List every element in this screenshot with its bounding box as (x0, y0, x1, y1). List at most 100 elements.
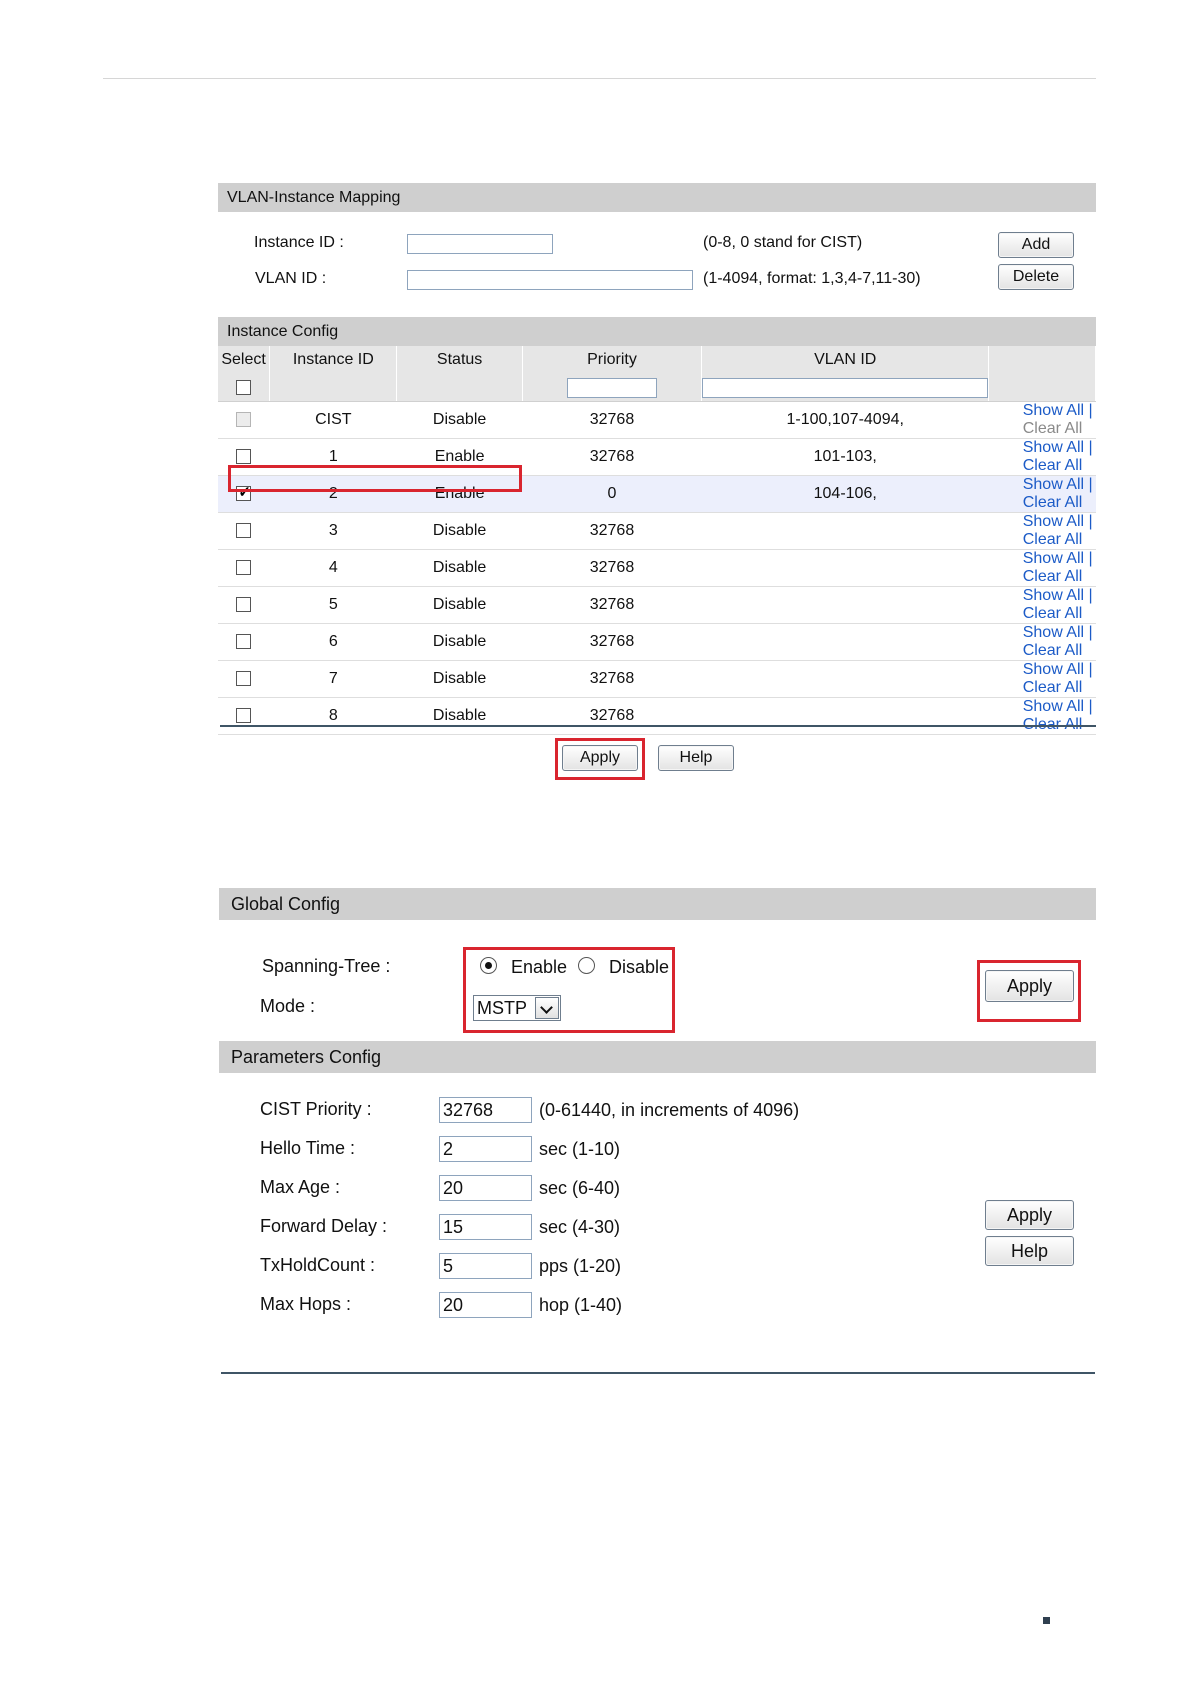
instance-apply-button[interactable]: Apply (562, 745, 638, 771)
row-select-checkbox[interactable] (236, 523, 252, 539)
row-actions-cell: Show All | Clear All (988, 401, 1096, 439)
spanning-tree-label: Spanning-Tree : (262, 956, 391, 976)
row-actions-cell: Show All | Clear All (988, 623, 1096, 661)
clear-all-link[interactable]: Clear All (1023, 679, 1083, 696)
instance-help-button[interactable]: Help (658, 745, 734, 771)
row-select-checkbox[interactable] (236, 671, 252, 687)
priority-cell: 32768 (522, 512, 702, 550)
param-label: Forward Delay : (260, 1216, 388, 1236)
show-all-link[interactable]: Show All (1023, 550, 1084, 567)
row-select-checkbox[interactable] (236, 560, 252, 576)
instance-id-cell: 2 (269, 475, 397, 513)
global-apply-button[interactable]: Apply (985, 970, 1074, 1002)
add-button[interactable]: Add (998, 232, 1074, 258)
show-all-link[interactable]: Show All (1023, 698, 1084, 715)
vlan-id-cell (701, 623, 989, 661)
stp-config-panel: Global Config Spanning-Tree : Enable Dis… (219, 888, 1096, 1376)
status-cell: Disable (396, 660, 523, 698)
column-header-vlan-id: VLAN ID (701, 346, 990, 374)
link-separator: | (1088, 513, 1093, 530)
row-actions-cell: Show All | Clear All (988, 549, 1096, 587)
vlan-id-filter-input[interactable] (702, 377, 989, 398)
row-select-checkbox[interactable] (236, 483, 252, 502)
parameters-apply-button[interactable]: Apply (985, 1200, 1074, 1230)
show-all-link[interactable]: Show All (1023, 402, 1084, 419)
vlan-id-cell: 104-106, (701, 475, 989, 513)
clear-all-link[interactable]: Clear All (1023, 457, 1083, 474)
status-cell: Disable (396, 549, 523, 587)
status-cell: Enable (396, 475, 523, 513)
param-input[interactable]: 2 (439, 1136, 532, 1162)
priority-cell: 32768 (522, 697, 702, 735)
column-header-status: Status (396, 346, 523, 374)
instance-id-cell: CIST (269, 401, 397, 439)
instance-id-label: Instance ID : (254, 234, 344, 251)
disable-label: Disable (609, 957, 670, 977)
instance-id-input[interactable] (407, 234, 553, 254)
row-select-checkbox (236, 412, 252, 428)
clear-all-link[interactable]: Clear All (1023, 494, 1083, 511)
table-filter-row (218, 374, 1096, 402)
status-cell: Disable (396, 623, 523, 661)
mode-select[interactable]: MSTP (473, 995, 561, 1021)
global-config-header: Global Config (219, 888, 1096, 920)
link-separator: | (1088, 698, 1093, 715)
param-label: Hello Time : (260, 1138, 356, 1158)
spanning-tree-disable-radio[interactable] (578, 957, 595, 974)
row-select-checkbox[interactable] (236, 634, 252, 650)
param-label: Max Hops : (260, 1294, 352, 1314)
instance-id-cell: 8 (269, 697, 397, 735)
clear-all-link[interactable]: Clear All (1023, 531, 1083, 548)
priority-cell: 32768 (522, 401, 702, 439)
instance-id-cell: 1 (269, 438, 397, 476)
param-hint: sec (1-10) (539, 1139, 621, 1159)
priority-cell: 32768 (522, 438, 702, 476)
vlan-instance-mapping-header: VLAN-Instance Mapping (218, 183, 1096, 212)
show-all-link[interactable]: Show All (1023, 661, 1084, 678)
clear-all-link[interactable]: Clear All (1023, 642, 1083, 659)
param-label: CIST Priority : (260, 1099, 372, 1119)
global-config-form: Spanning-Tree : Enable Disable Mode : MS… (219, 920, 1096, 1041)
bottom-divider (221, 1372, 1095, 1374)
clear-all-link[interactable]: Clear All (1023, 605, 1083, 622)
param-input[interactable]: 15 (439, 1214, 532, 1240)
row-select-checkbox[interactable] (236, 597, 252, 613)
param-input[interactable]: 20 (439, 1292, 532, 1318)
row-actions-cell: Show All | Clear All (988, 512, 1096, 550)
page-corner-marker (1043, 1617, 1050, 1624)
param-hint: sec (4-30) (539, 1217, 621, 1237)
row-actions-cell: Show All | Clear All (988, 438, 1096, 476)
param-hint: sec (6-40) (539, 1178, 621, 1198)
param-label: TxHoldCount : (260, 1255, 376, 1275)
delete-button[interactable]: Delete (998, 264, 1074, 290)
row-select-checkbox[interactable] (236, 449, 252, 465)
vlan-id-input[interactable] (407, 270, 693, 290)
param-input[interactable]: 5 (439, 1253, 532, 1279)
vlan-id-cell (701, 660, 989, 698)
instance-id-cell: 5 (269, 586, 397, 624)
show-all-link[interactable]: Show All (1023, 624, 1084, 641)
show-all-link[interactable]: Show All (1023, 476, 1084, 493)
instance-config-table: Select Instance ID Status Priority VLAN … (218, 346, 1096, 735)
parameters-help-button[interactable]: Help (985, 1236, 1074, 1266)
row-select-checkbox[interactable] (236, 708, 252, 724)
chevron-down-icon[interactable] (535, 997, 559, 1019)
link-separator: | (1088, 661, 1093, 678)
show-all-link[interactable]: Show All (1023, 439, 1084, 456)
param-input[interactable]: 32768 (439, 1097, 532, 1123)
parameters-config-header: Parameters Config (219, 1041, 1096, 1073)
param-hint: hop (1-40) (539, 1295, 623, 1315)
column-header-actions (988, 346, 1096, 374)
status-cell: Disable (396, 697, 523, 735)
select-all-checkbox[interactable] (236, 379, 252, 395)
show-all-link[interactable]: Show All (1023, 587, 1084, 604)
show-all-link[interactable]: Show All (1023, 513, 1084, 530)
table-row: 7 Disable 32768 Show All | Clear All (218, 660, 1096, 698)
table-row: CIST Disable 32768 1-100,107-4094, Show All … (218, 401, 1096, 439)
spanning-tree-enable-radio[interactable] (480, 957, 497, 974)
clear-all-link[interactable]: Clear All (1023, 568, 1083, 585)
priority-filter-input[interactable] (566, 377, 657, 398)
param-input[interactable]: 20 (439, 1175, 532, 1201)
status-cell: Disable (396, 512, 523, 550)
link-separator: | (1088, 550, 1093, 567)
